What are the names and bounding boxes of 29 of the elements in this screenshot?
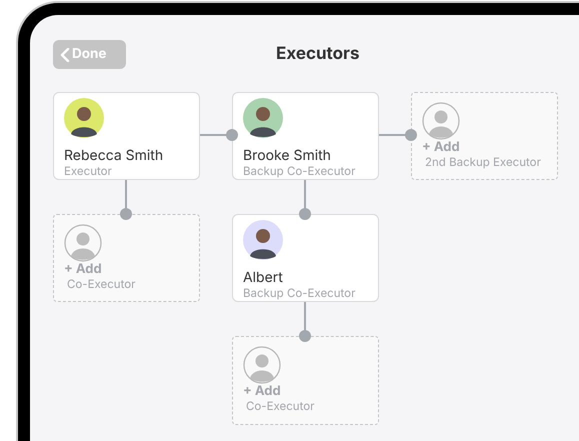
person-name: Brooke Smith <box>243 147 332 164</box>
add-label: + Add <box>422 140 461 155</box>
add-card[interactable]: + Add Co-Executor <box>232 336 379 425</box>
person-role: Backup Co-Executor <box>243 164 356 178</box>
add-role: Co-Executor <box>66 277 136 291</box>
connector <box>120 180 132 220</box>
add-card[interactable]: + Add 2nd Backup Executor <box>411 92 558 180</box>
done-button[interactable]: Done <box>53 40 126 69</box>
person-name: Rebecca Smith <box>64 147 164 164</box>
person-role: Executor <box>64 164 113 178</box>
add-card[interactable]: + Add Co-Executor <box>53 214 200 302</box>
user-placeholder-icon <box>422 102 460 140</box>
add-role: Co-Executor <box>245 399 316 413</box>
person-card[interactable]: Albert Backup Co-Executor <box>232 214 379 302</box>
person-card[interactable]: Rebecca Smith Executor <box>53 92 200 180</box>
page-title: Executors <box>276 42 360 66</box>
user-placeholder-icon <box>243 346 281 384</box>
user-placeholder-icon <box>64 224 102 262</box>
add-label: + Add <box>64 262 103 277</box>
add-role: 2nd Backup Executor <box>424 155 542 169</box>
person-name: Albert <box>243 269 284 286</box>
add-label: + Add <box>243 384 282 399</box>
connector <box>200 129 238 141</box>
connector <box>299 302 311 342</box>
chevron-left-icon <box>60 48 70 62</box>
connector <box>379 129 417 141</box>
person-role: Backup Co-Executor <box>243 286 356 300</box>
connector <box>299 180 311 220</box>
person-card[interactable]: Brooke Smith Backup Co-Executor <box>232 92 379 180</box>
